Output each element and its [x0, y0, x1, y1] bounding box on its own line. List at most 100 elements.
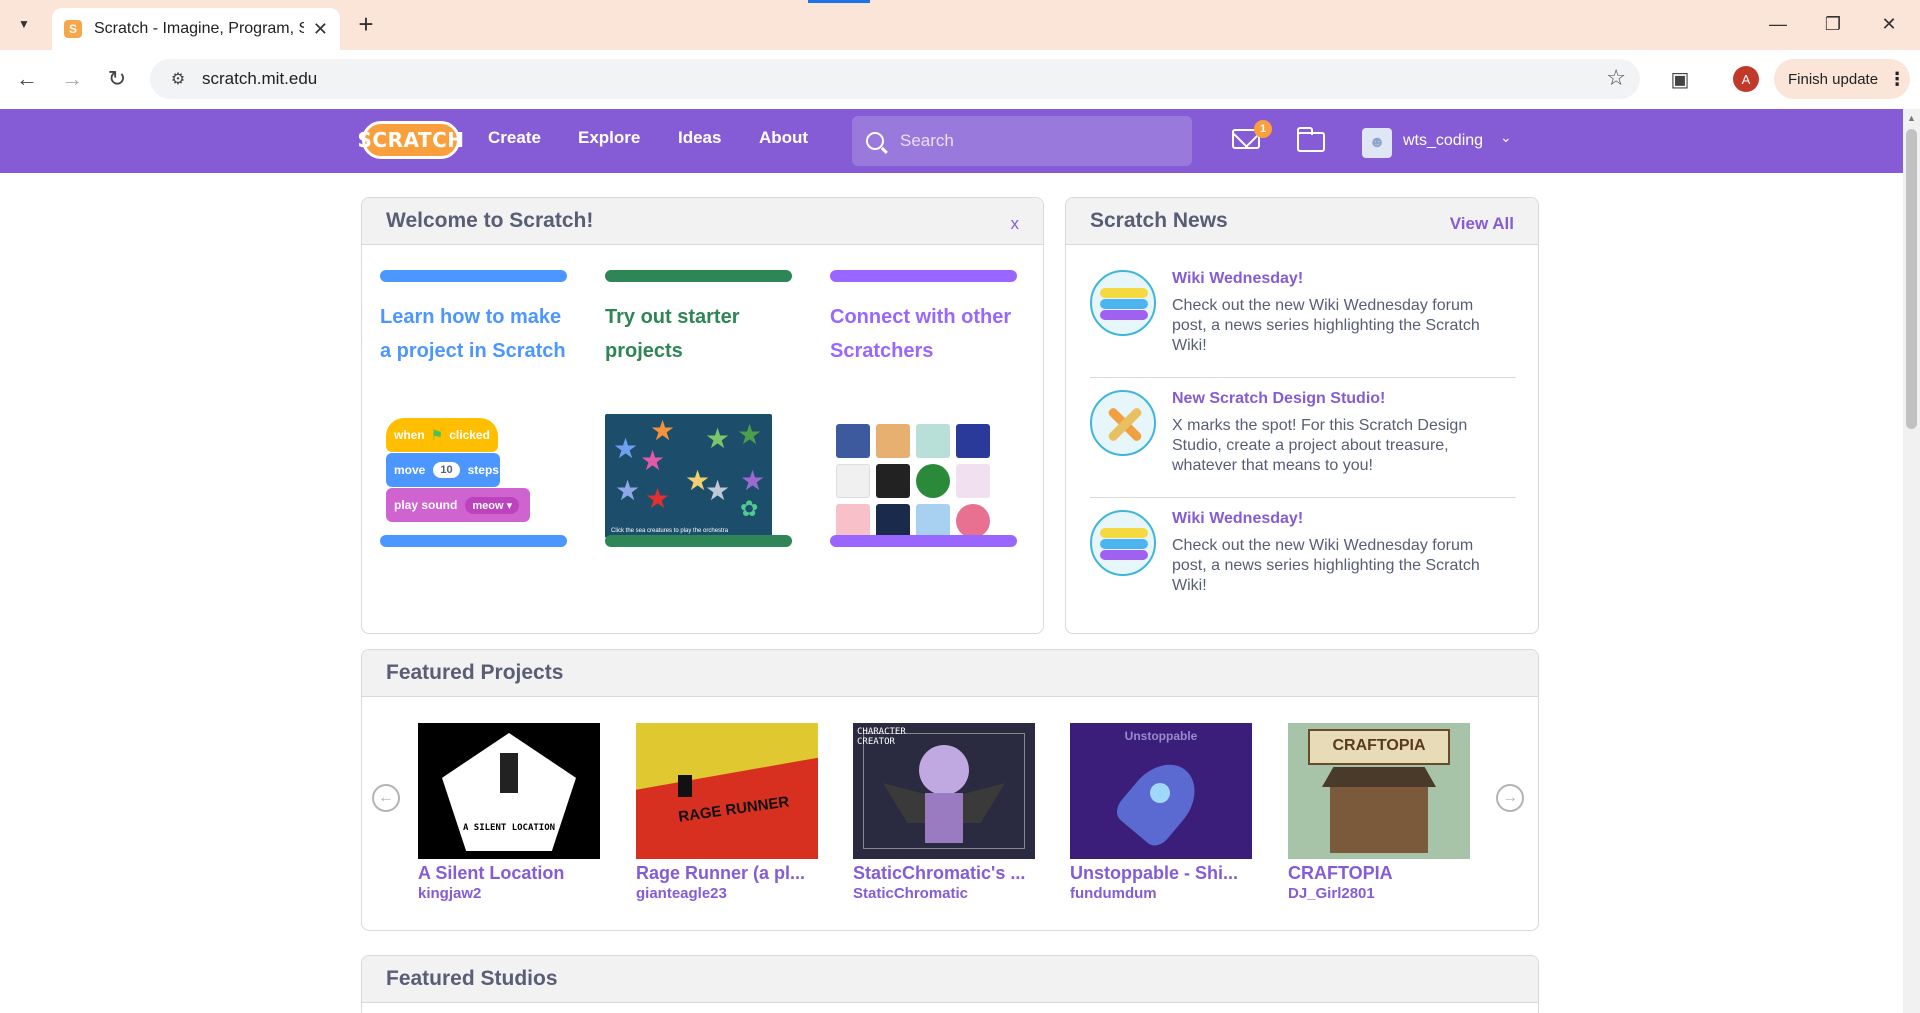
username[interactable]: wts_coding	[1403, 132, 1483, 150]
community-thumb	[956, 464, 990, 498]
nav-about[interactable]: About	[759, 128, 808, 148]
project-thumbnail[interactable]: A SILENT LOCATION	[418, 723, 600, 859]
wiki-stack-icon	[1090, 510, 1156, 576]
starter-top-bar	[605, 270, 792, 282]
user-avatar[interactable]: ☻	[1362, 128, 1392, 158]
forward-icon[interactable]: →	[55, 62, 89, 96]
project-card[interactable]: Unstoppable Unstoppable - Shi... fundumd…	[1070, 723, 1252, 902]
block-when-label: when	[394, 428, 425, 442]
block-sound-value: meow ▾	[465, 496, 520, 514]
project-thumbnail[interactable]: CHARACTER CREATOR	[853, 723, 1035, 859]
window-close-icon[interactable]: ✕	[1866, 8, 1912, 40]
news-item-title[interactable]: Wiki Wednesday!	[1172, 270, 1303, 288]
search-input[interactable]: Search	[852, 116, 1192, 166]
tab-close-icon[interactable]: ✕	[313, 19, 328, 40]
extensions-icon[interactable]: ▣	[1663, 62, 1697, 96]
browser-tab-active[interactable]: S Scratch - Imagine, Program, Share ✕	[52, 8, 340, 50]
my-stuff-folder-icon[interactable]	[1296, 127, 1325, 152]
block-steps-value: 10	[433, 462, 460, 478]
tab-search-icon[interactable]: ▼	[8, 8, 40, 40]
community-thumb	[956, 504, 990, 538]
news-item-body: Check out the new Wiki Wednesday forum p…	[1172, 537, 1480, 594]
news-title: Scratch News	[1090, 209, 1228, 232]
page-scrollbar[interactable]: ▲	[1903, 109, 1920, 1013]
nav-explore[interactable]: Explore	[578, 128, 640, 148]
tutorial-text[interactable]: Learn how to make a project in Scratch	[380, 300, 567, 396]
news-item[interactable]: Wiki Wednesday! Check out the new Wiki W…	[1090, 498, 1516, 618]
project-title[interactable]: CRAFTOPIA	[1288, 863, 1470, 884]
nav-ideas[interactable]: Ideas	[678, 128, 721, 148]
tab-highlight	[808, 0, 870, 3]
carousel-prev-icon[interactable]: ←	[372, 784, 400, 812]
welcome-starter-card[interactable]: Try out starter projects ★ ★ ★ ★ ★ ★ ★ ★…	[605, 270, 792, 548]
starter-caption: Click the sea creatures to play the orch…	[611, 528, 729, 534]
minimize-icon[interactable]: —	[1755, 8, 1801, 40]
reload-icon[interactable]: ↻	[100, 62, 134, 96]
featured-studios-box: Featured Studios	[361, 955, 1539, 1013]
scratch-navbar: SCRATCH Create Explore Ideas About Searc…	[0, 109, 1903, 173]
featured-studios-title: Featured Studios	[386, 967, 558, 990]
restore-icon[interactable]: ❐	[1810, 8, 1856, 40]
search-placeholder: Search	[900, 131, 954, 150]
project-title[interactable]: A Silent Location	[418, 863, 600, 884]
project-title[interactable]: StaticChromatic's ...	[853, 863, 1035, 884]
url-text[interactable]: scratch.mit.edu	[202, 69, 317, 89]
project-thumbnail[interactable]: Unstoppable	[1070, 723, 1252, 859]
site-info-icon[interactable]: ⚙	[158, 63, 198, 95]
project-author[interactable]: DJ_Girl2801	[1288, 885, 1470, 902]
finish-update-label: Finish update	[1788, 70, 1879, 88]
tutorial-bottom-bar	[380, 535, 567, 547]
featured-projects-header: Featured Projects	[362, 650, 1538, 697]
starter-text[interactable]: Try out starter projects	[605, 300, 792, 396]
scratch-logo[interactable]: SCRATCH	[358, 121, 464, 159]
project-card[interactable]: RAGE RUNNER Rage Runner (a pl... giantea…	[636, 723, 818, 902]
thumb-text: Unstoppable	[1124, 729, 1198, 743]
project-author[interactable]: fundumdum	[1070, 885, 1252, 902]
project-thumbnail[interactable]: RAGE RUNNER	[636, 723, 818, 859]
news-item[interactable]: New Scratch Design Studio! X marks the s…	[1090, 378, 1516, 498]
back-icon[interactable]: ←	[10, 62, 44, 96]
news-header: Scratch News View All	[1066, 198, 1538, 245]
address-bar[interactable]: ⚙ scratch.mit.edu ☆	[150, 59, 1640, 99]
new-tab-icon[interactable]: +	[350, 8, 382, 40]
welcome-close-button[interactable]: x	[1011, 214, 1020, 234]
code-blocks-image: when ⚑ clicked move 10 steps play sound …	[380, 414, 567, 548]
paintbrush-pencil-icon	[1090, 390, 1156, 456]
tab-title: Scratch - Imagine, Program, Share	[94, 20, 304, 37]
chevron-down-icon[interactable]: ⌄	[1500, 129, 1512, 146]
community-thumb	[916, 424, 950, 458]
project-card[interactable]: A SILENT LOCATION A Silent Location king…	[418, 723, 600, 902]
play-sound-block: play sound meow ▾	[386, 488, 530, 522]
project-title[interactable]: Rage Runner (a pl...	[636, 863, 818, 884]
scroll-up-icon[interactable]: ▲	[1907, 113, 1916, 123]
starter-projects-image: ★ ★ ★ ★ ★ ★ ★ ★ ★ ★ ✿ Click the sea crea…	[605, 414, 792, 548]
browser-toolbar: ← → ↻ ⚙ scratch.mit.edu ☆ ▣ A Finish upd…	[0, 50, 1920, 109]
project-author[interactable]: gianteagle23	[636, 885, 818, 902]
news-item-title[interactable]: Wiki Wednesday!	[1172, 510, 1303, 528]
project-title[interactable]: Unstoppable - Shi...	[1070, 863, 1252, 884]
profile-avatar[interactable]: A	[1733, 66, 1759, 92]
thumb-text: CRAFTOPIA	[1332, 737, 1426, 754]
carousel-next-icon[interactable]: →	[1496, 784, 1524, 812]
sound-name: meow	[472, 499, 504, 512]
connect-text[interactable]: Connect with other Scratchers	[830, 300, 1017, 396]
welcome-tutorial-card[interactable]: Learn how to make a project in Scratch w…	[380, 270, 567, 548]
welcome-connect-card[interactable]: Connect with other Scratchers	[830, 270, 1017, 548]
project-thumbnail[interactable]: CRAFTOPIA	[1288, 723, 1470, 859]
project-card[interactable]: CHARACTER CREATOR StaticChromatic's ... …	[853, 723, 1035, 902]
news-item[interactable]: Wiki Wednesday! Check out the new Wiki W…	[1090, 258, 1516, 378]
news-item-title[interactable]: New Scratch Design Studio!	[1172, 390, 1385, 408]
browser-tab-bar: ▼ S Scratch - Imagine, Program, Share ✕ …	[0, 0, 1920, 50]
finish-update-button[interactable]: Finish update ⋮	[1774, 59, 1910, 99]
view-all-link[interactable]: View All	[1450, 214, 1514, 234]
project-author[interactable]: StaticChromatic	[853, 885, 1035, 902]
project-author[interactable]: kingjaw2	[418, 885, 600, 902]
sea-creatures-thumbnail: ★ ★ ★ ★ ★ ★ ★ ★ ★ ★ ✿ Click the sea crea…	[605, 414, 772, 538]
project-card[interactable]: CRAFTOPIA CRAFTOPIA DJ_Girl2801	[1288, 723, 1470, 902]
nav-create[interactable]: Create	[488, 128, 541, 148]
featured-studios-header: Featured Studios	[362, 956, 1538, 1003]
bookmark-star-icon[interactable]: ☆	[1606, 65, 1626, 91]
scrollbar-thumb[interactable]	[1906, 129, 1917, 429]
welcome-box: Welcome to Scratch! x Learn how to make …	[361, 197, 1044, 634]
community-thumb	[876, 464, 910, 498]
